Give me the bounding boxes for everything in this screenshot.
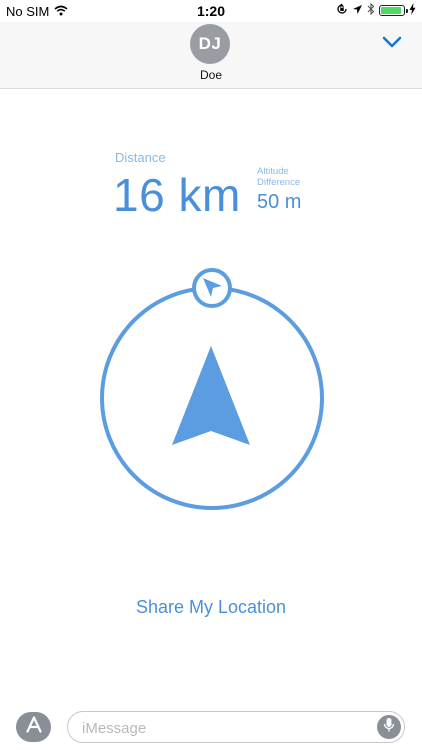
bluetooth-icon: [367, 2, 375, 18]
orientation-lock-icon: [336, 3, 348, 18]
location-arrow-icon: [352, 3, 363, 18]
distance-value: 16 km: [113, 169, 241, 221]
contact-name[interactable]: Doe: [0, 68, 422, 82]
battery-icon: [379, 5, 408, 16]
charging-bolt-icon: [409, 3, 416, 18]
altitude-label-line1: Altitude: [257, 166, 289, 177]
compass: [100, 268, 324, 510]
altitude-value: 50 m: [257, 191, 302, 213]
imessage-field[interactable]: [67, 711, 405, 744]
battery-tip: [406, 9, 408, 13]
bearing-marker-icon: [192, 268, 232, 308]
direction-arrow-icon: [172, 346, 250, 445]
conversation-header: DJ Doe: [0, 22, 422, 89]
microphone-button[interactable]: [377, 715, 401, 739]
share-my-location-button[interactable]: Share My Location: [0, 597, 422, 618]
imessage-input[interactable]: [80, 712, 364, 744]
altitude-label: Altitude Difference: [257, 166, 300, 188]
battery-level: [381, 7, 401, 14]
distance-label: Distance: [115, 150, 166, 165]
app-store-icon: [24, 715, 44, 739]
microphone-icon: [383, 717, 395, 738]
avatar[interactable]: DJ: [190, 24, 230, 64]
altitude-label-line2: Difference: [257, 177, 301, 188]
app-store-button[interactable]: [16, 712, 51, 742]
collapse-button[interactable]: [380, 32, 404, 56]
status-bar: No SIM 1:20: [0, 0, 422, 22]
chevron-down-icon: [382, 35, 402, 53]
status-right: [336, 2, 416, 18]
